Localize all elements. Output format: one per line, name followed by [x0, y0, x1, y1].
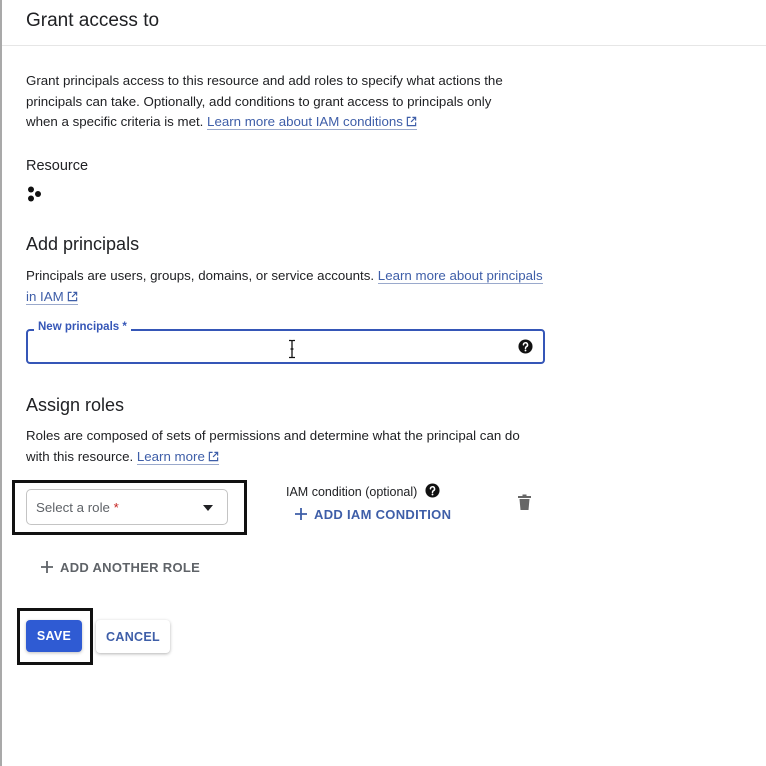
- new-principals-label: New principals *: [34, 321, 131, 333]
- page-title: Grant access to: [26, 10, 160, 31]
- resource-label: Resource: [26, 158, 89, 174]
- add-principals-title: Add principals: [26, 234, 140, 254]
- add-principals-text: Principals are users, groups, domains, o…: [26, 268, 378, 283]
- plus-icon: [295, 508, 307, 520]
- add-another-role-button[interactable]: ADD ANOTHER ROLE: [40, 557, 200, 577]
- text-cursor-icon: [289, 339, 295, 359]
- external-link-icon: [406, 116, 417, 127]
- role-select-placeholder: Select a role *: [36, 500, 119, 515]
- intro-description: Grant principals access to this resource…: [26, 71, 526, 133]
- roles-learn-more-link[interactable]: Learn more: [136, 448, 219, 465]
- assign-roles-description: Roles are composed of sets of permission…: [26, 426, 546, 467]
- page-header: Grant access to: [2, 0, 766, 46]
- window-edge: [0, 0, 2, 766]
- cancel-button[interactable]: CANCEL: [96, 620, 170, 653]
- help-icon[interactable]: [518, 339, 533, 354]
- save-button[interactable]: SAVE: [26, 620, 82, 652]
- assign-roles-title: Assign roles: [26, 395, 125, 415]
- iam-conditions-link-label: Learn more about IAM conditions: [207, 114, 403, 129]
- roles-learn-more-link-label: Learn more: [136, 448, 205, 464]
- delete-role-icon[interactable]: [518, 494, 531, 510]
- add-iam-condition-label: ADD IAM CONDITION: [314, 506, 452, 522]
- iam-conditions-link[interactable]: Learn more about IAM conditions: [207, 114, 417, 130]
- assign-roles-text: Roles are composed of sets of permission…: [26, 428, 520, 464]
- new-principals-input[interactable]: [36, 337, 506, 357]
- add-another-role-label: ADD ANOTHER ROLE: [60, 559, 201, 575]
- role-select-dropdown[interactable]: Select a role *: [26, 489, 228, 525]
- iam-condition-label: IAM condition (optional): [286, 485, 418, 499]
- resource-nodes-icon: [28, 186, 41, 202]
- condition-help-icon[interactable]: [425, 483, 440, 498]
- external-link-icon: [67, 291, 77, 301]
- external-link-icon: [208, 451, 219, 461]
- dropdown-arrow-icon: [203, 505, 213, 511]
- required-marker: *: [113, 500, 119, 515]
- plus-icon: [41, 561, 53, 573]
- add-principals-description: Principals are users, groups, domains, o…: [26, 266, 546, 307]
- add-iam-condition-button[interactable]: ADD IAM CONDITION: [294, 504, 451, 524]
